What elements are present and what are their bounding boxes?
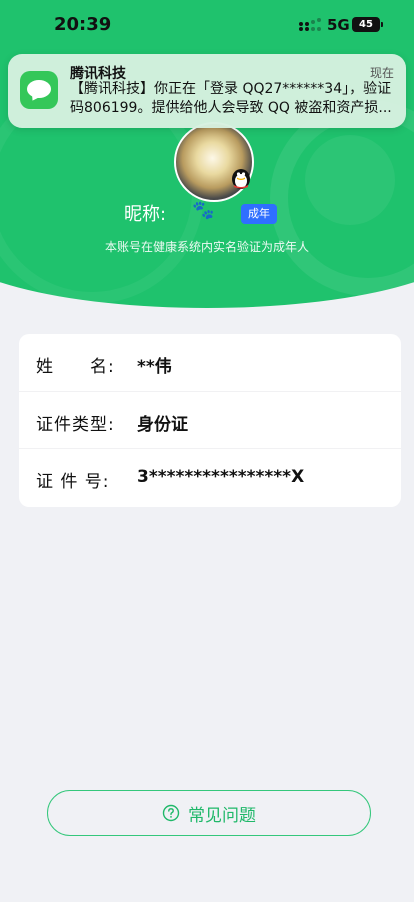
qq-penguin-icon [232, 169, 250, 189]
faq-button[interactable]: 常见问题 [47, 790, 371, 836]
row-label: 证件类型: [36, 415, 115, 435]
verification-note: 本账号在健康系统内实名验证为成年人 [104, 240, 309, 254]
faq-label: 常见问题 [188, 805, 256, 826]
network-type: 5G [327, 16, 350, 34]
messages-app-icon [20, 71, 58, 109]
row-value: 身份证 [137, 415, 188, 435]
page: 20:39 5G 45 腾讯科技 现在 【腾讯科技】你正在「登录 QQ27***… [0, 0, 414, 902]
row-label: 姓 名: [36, 357, 115, 377]
status-time: 20:39 [54, 14, 112, 35]
status-bar: 20:39 5G 45 [0, 0, 414, 50]
decorative-circle [305, 135, 395, 225]
adult-status-badge: 成年 [241, 204, 277, 224]
nickname-label: 昵称: [124, 204, 167, 225]
battery-icon: 45 [352, 17, 383, 32]
notification-body: 【腾讯科技】你正在「登录 QQ27******34」，验证码806199。提供给… [70, 81, 392, 116]
identity-info-card: 姓 名: **伟 证件类型: 身份证 证 件 号: 3*************… [19, 334, 401, 507]
info-row-id-number: 证 件 号: 3****************X [19, 448, 401, 506]
message-notification-banner[interactable]: 腾讯科技 现在 【腾讯科技】你正在「登录 QQ27******34」，验证码80… [8, 54, 406, 128]
info-row-name: 姓 名: **伟 [19, 334, 401, 391]
row-label: 证 件 号: [36, 472, 110, 492]
row-value: **伟 [137, 357, 172, 377]
notification-time: 现在 [369, 66, 394, 80]
nickname-value: 🐾 [192, 200, 215, 221]
info-row-id-type: 证件类型: 身份证 [19, 391, 401, 449]
signal-icon [299, 18, 321, 32]
avatar[interactable] [174, 122, 254, 202]
row-value: 3****************X [137, 467, 305, 487]
question-circle-icon [162, 804, 180, 822]
